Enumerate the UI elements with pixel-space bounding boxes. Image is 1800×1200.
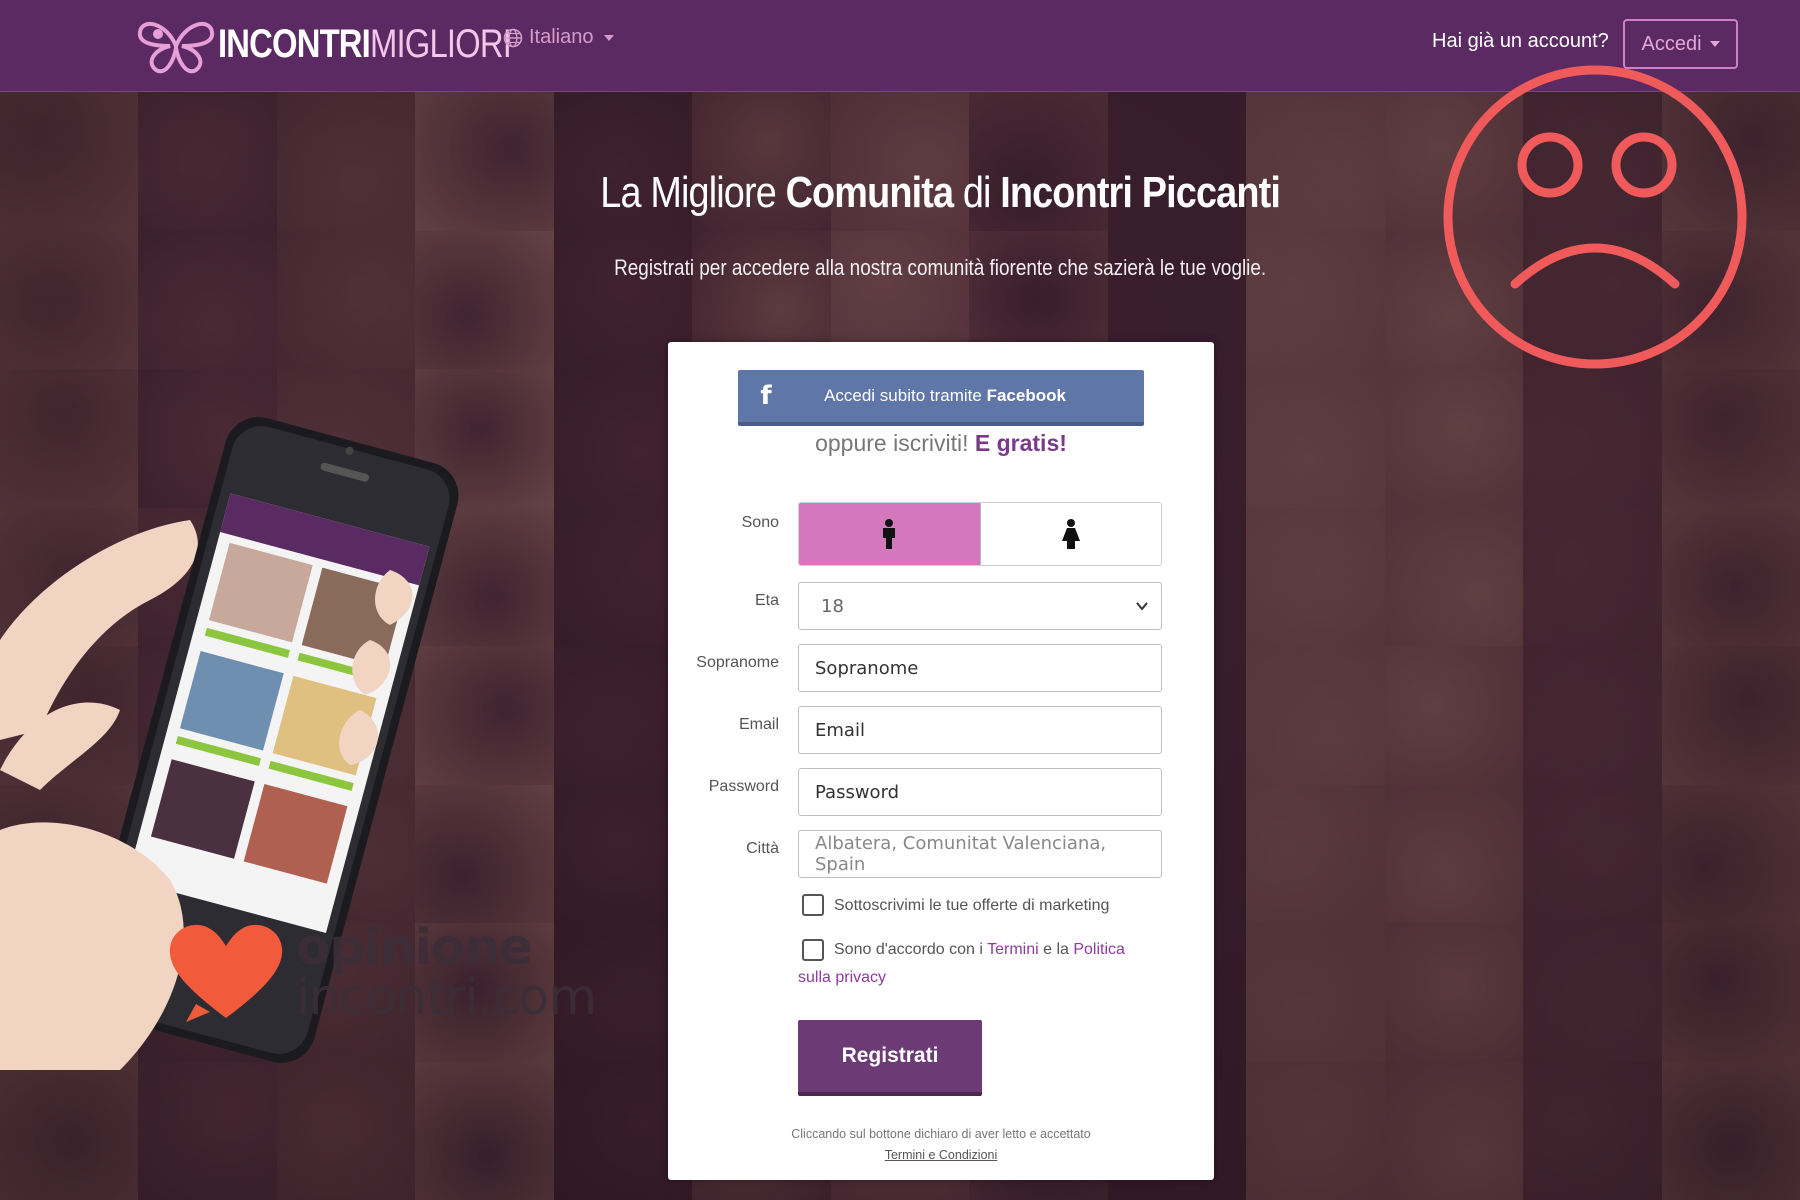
- caret-down-icon: [1709, 41, 1720, 47]
- facebook-login-button[interactable]: f Accedi subito tramite Facebook: [738, 370, 1144, 426]
- male-icon: [883, 519, 896, 549]
- hero-title-part2: di: [953, 168, 1001, 217]
- marketing-checkbox-label: Sottoscrivimi le tue offerte di marketin…: [834, 897, 1110, 914]
- age-select[interactable]: 18: [798, 582, 1162, 630]
- hero-title-part1: La Migliore: [600, 168, 786, 217]
- terms-middle: e la: [1038, 941, 1074, 958]
- disclaimer: Cliccando sul bottone dichiaro di aver l…: [668, 1124, 1214, 1166]
- hero-title-bold2: Incontri Piccanti: [1000, 168, 1281, 217]
- or-signup-prefix: oppure iscriviti!: [815, 430, 975, 456]
- watermark-line2: incontri.com: [296, 968, 597, 1026]
- account-question: Hai già un account?: [1432, 30, 1609, 52]
- logo-text-bold: INCONTRI: [218, 21, 371, 66]
- nickname-field[interactable]: Sopranome: [798, 644, 1162, 692]
- butterfly-logo-icon: [137, 22, 215, 74]
- marketing-checkbox[interactable]: [802, 894, 824, 916]
- gender-female-button[interactable]: [980, 503, 1161, 565]
- facebook-icon: f: [760, 381, 772, 411]
- hero-title-bold1: Comunita: [785, 168, 954, 217]
- facebook-login-prefix: Accedi subito tramite: [824, 386, 987, 405]
- city-label: Città: [746, 840, 779, 857]
- facebook-login-bold: Facebook: [986, 386, 1066, 405]
- logo-text-light: MIGLIORI: [369, 21, 512, 66]
- city-value: Albatera, Comunitat Valenciana, Spain: [815, 833, 1107, 875]
- email-placeholder: Email: [815, 719, 865, 741]
- login-button-label: Accedi: [1641, 32, 1702, 55]
- female-icon: [1061, 519, 1080, 549]
- gender-selector: [798, 502, 1162, 566]
- language-selector[interactable]: Italiano: [503, 26, 614, 49]
- language-label: Italiano: [529, 26, 594, 48]
- terms-checkbox-row: Sono d'accordo con i Termini e la Politi…: [798, 936, 1178, 992]
- gender-label: Sono: [741, 514, 779, 531]
- marketing-checkbox-row: Sottoscrivimi le tue offerte di marketin…: [798, 892, 1178, 920]
- privacy-link-part1[interactable]: Politica: [1073, 941, 1125, 958]
- terms-link[interactable]: Termini: [987, 941, 1039, 958]
- free-text: E gratis!: [974, 430, 1067, 456]
- terms-conditions-link[interactable]: Termini e Condizioni: [885, 1148, 998, 1162]
- logo-text: INCONTRIMIGLIORI: [218, 21, 512, 67]
- chevron-down-icon: [1136, 602, 1148, 611]
- nickname-placeholder: Sopranome: [815, 657, 919, 679]
- city-field[interactable]: Albatera, Comunitat Valenciana, Spain: [798, 830, 1162, 878]
- terms-line1: Sono d'accordo con i Termini e la Politi…: [798, 936, 1178, 964]
- terms-prefix: Sono d'accordo con i: [834, 941, 988, 958]
- registration-card: f Accedi subito tramite Facebook oppure …: [668, 342, 1214, 1180]
- register-button[interactable]: Registrati: [798, 1020, 982, 1096]
- gender-male-button[interactable]: [799, 503, 981, 565]
- age-value: 18: [821, 595, 844, 617]
- disclaimer-text: Cliccando sul bottone dichiaro di aver l…: [791, 1127, 1091, 1141]
- nickname-label: Sopranome: [696, 654, 779, 671]
- age-label: Eta: [754, 592, 779, 609]
- heart-icon: [169, 924, 283, 1022]
- caret-down-icon: [603, 34, 614, 41]
- email-label: Email: [738, 716, 779, 733]
- globe-icon: [503, 28, 523, 47]
- password-placeholder: Password: [815, 781, 900, 803]
- password-field[interactable]: Password: [798, 768, 1162, 816]
- password-label: Password: [708, 778, 779, 795]
- email-field[interactable]: Email: [798, 706, 1162, 754]
- facebook-login-label: Accedi subito tramite Facebook: [786, 386, 1144, 406]
- terms-checkbox[interactable]: [802, 939, 824, 961]
- privacy-link-part2[interactable]: sulla privacy: [798, 964, 1178, 992]
- or-signup-text: oppure iscriviti! E gratis!: [668, 430, 1214, 457]
- watermark: opinione incontri.com: [166, 918, 636, 1028]
- sad-face-icon: [1443, 65, 1747, 369]
